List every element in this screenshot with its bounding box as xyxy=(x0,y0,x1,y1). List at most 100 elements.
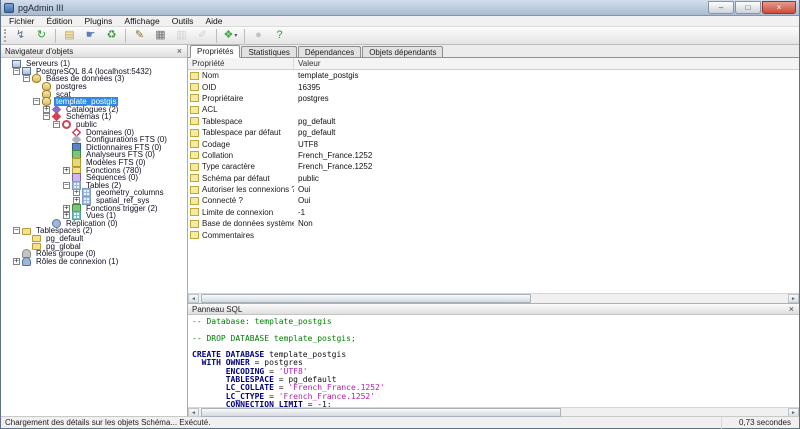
property-name: ACL xyxy=(202,105,218,114)
sql-scroll-thumb[interactable] xyxy=(201,408,561,417)
property-name-cell: Connecté ? xyxy=(188,196,294,205)
menu-item-fichier[interactable]: Fichier xyxy=(3,16,41,27)
property-row[interactable]: CodageUTF8 xyxy=(188,138,799,149)
column-header-valeur[interactable]: Valeur xyxy=(294,58,799,69)
property-value-cell: template_postgis xyxy=(294,71,799,80)
tree-item-db-postgres[interactable]: postgres xyxy=(1,83,187,91)
property-row[interactable]: Schéma par défautpublic xyxy=(188,173,799,184)
add-server-connection-button[interactable]: ↯ xyxy=(10,28,31,44)
property-value-cell: -1 xyxy=(294,208,799,217)
folder-icon xyxy=(32,235,41,242)
help-button[interactable]: ? xyxy=(269,28,290,44)
property-name: Limite de connexion xyxy=(202,208,273,217)
property-icon xyxy=(190,220,199,228)
menu-item-aide[interactable]: Aide xyxy=(199,16,228,27)
property-name: Propriétaire xyxy=(202,94,243,103)
tab-dependances[interactable]: Dépendances xyxy=(298,46,361,57)
sql-hscrollbar[interactable]: ◄ ► xyxy=(188,407,799,417)
properties-scroll-track[interactable] xyxy=(199,294,788,303)
collapse-minus-icon[interactable]: − xyxy=(13,227,20,234)
properties-hscrollbar[interactable]: ◄ ► xyxy=(188,293,799,303)
property-row[interactable]: OID 16395 xyxy=(188,81,799,92)
tab-proprietes[interactable]: Propriétés xyxy=(190,45,240,58)
property-row[interactable]: ACL xyxy=(188,104,799,115)
sql-token xyxy=(192,400,226,407)
property-name-cell: ACL xyxy=(188,105,294,114)
collapse-minus-icon[interactable]: − xyxy=(53,121,60,128)
sql-scroll-track[interactable] xyxy=(199,408,788,417)
collapse-minus-icon[interactable]: − xyxy=(63,182,70,189)
property-icon xyxy=(190,129,199,137)
column-header-propriete[interactable]: Propriété xyxy=(188,58,294,69)
dropdown-arrow-icon[interactable]: ▾ xyxy=(234,32,237,39)
property-row[interactable]: Base de données système ?Non xyxy=(188,218,799,229)
tab-objets-dependants[interactable]: Objets dépendants xyxy=(362,46,443,57)
properties-button[interactable]: ▤ xyxy=(59,28,80,44)
property-row[interactable]: Nomtemplate_postgis xyxy=(188,70,799,81)
sql-panel-close-icon[interactable]: × xyxy=(788,305,795,313)
property-row[interactable]: Connecté ?Oui xyxy=(188,195,799,206)
collapse-minus-icon[interactable]: − xyxy=(13,68,20,75)
property-row[interactable]: Type caractère French_France.1252 xyxy=(188,161,799,172)
query-tool-button[interactable]: ✎ xyxy=(129,28,150,44)
collapse-minus-icon[interactable]: − xyxy=(33,98,40,105)
tree-item-ts-pg-default[interactable]: pg_default xyxy=(1,235,187,243)
plugin-puzzle-icon: ❖ xyxy=(224,30,234,41)
menu-item-affichage[interactable]: Affichage xyxy=(118,16,165,27)
property-name: Type caractère xyxy=(202,162,255,171)
property-value-cell: French_France.1252 xyxy=(294,162,799,171)
property-row[interactable]: Tablespacepg_default xyxy=(188,116,799,127)
properties-scroll-thumb[interactable] xyxy=(201,294,531,303)
property-name-cell: Base de données système ? xyxy=(188,219,294,228)
sql-token: -- Database: template_postgis xyxy=(192,317,332,326)
property-value-cell: French_France.1252 xyxy=(294,151,799,160)
plugins-button[interactable]: ❖▾ xyxy=(220,28,241,44)
scroll-left-icon[interactable]: ◄ xyxy=(188,294,199,303)
toolbar: ↯↻▤☛♻✎▦▥✐❖▾●? xyxy=(1,27,799,45)
refresh-icon: ↻ xyxy=(37,30,46,41)
property-row[interactable]: Tablespace par défautpg_default xyxy=(188,127,799,138)
sql-line: -- Database: template_postgis xyxy=(192,318,799,326)
property-row[interactable]: CollationFrench_France.1252 xyxy=(188,150,799,161)
property-row[interactable]: Limite de connexion -1 xyxy=(188,207,799,218)
property-value-cell: pg_default xyxy=(294,128,799,137)
menu-item-edition[interactable]: Édition xyxy=(41,16,79,27)
property-name-cell: OID xyxy=(188,83,294,92)
property-name-cell: Autoriser les connexions ? xyxy=(188,185,294,194)
property-row[interactable]: Propriétairepostgres xyxy=(188,93,799,104)
expand-plus-icon[interactable]: + xyxy=(63,167,70,174)
plug-icon: ↯ xyxy=(16,30,25,41)
menu-item-plugins[interactable]: Plugins xyxy=(79,16,119,27)
property-row[interactable]: Autoriser les connexions ?Oui xyxy=(188,184,799,195)
drop-object-button[interactable]: ♻ xyxy=(101,28,122,44)
close-button[interactable]: × xyxy=(762,1,796,14)
repl-icon xyxy=(52,219,61,228)
object-browser-title: Navigateur d'objets xyxy=(5,47,73,56)
toolbar-grip-icon[interactable] xyxy=(4,29,7,42)
refresh-button[interactable]: ↻ xyxy=(31,28,52,44)
property-name-cell: Nom xyxy=(188,71,294,80)
maximize-button[interactable]: □ xyxy=(735,1,761,14)
menu-item-outils[interactable]: Outils xyxy=(166,16,200,27)
view-data-button[interactable]: ▦ xyxy=(150,28,171,44)
sql-line: -- DROP DATABASE template_postgis; xyxy=(192,335,799,343)
property-value-cell: Non xyxy=(294,219,799,228)
property-name: Base de données système ? xyxy=(202,219,294,228)
property-name: OID xyxy=(202,83,216,92)
minimize-button[interactable]: – xyxy=(708,1,734,14)
property-icon xyxy=(190,197,199,205)
collapse-minus-icon[interactable]: − xyxy=(43,113,50,120)
expand-plus-icon[interactable]: + xyxy=(13,258,20,265)
collapse-minus-icon[interactable]: − xyxy=(23,75,30,82)
tree-item-tablespaces[interactable]: −Tablespaces (2) xyxy=(1,227,187,235)
tab-statistiques[interactable]: Statistiques xyxy=(241,46,296,57)
create-object-button[interactable]: ☛ xyxy=(80,28,101,44)
tree-item-bases-de-donnees[interactable]: −Bases de données (3) xyxy=(1,75,187,83)
property-name: Codage xyxy=(202,140,230,149)
property-value-cell: 16395 xyxy=(294,83,799,92)
property-row[interactable]: Commentaires xyxy=(188,229,799,240)
sql-token: CONNECTION LIMIT xyxy=(226,400,303,407)
object-browser-close-icon[interactable]: × xyxy=(176,47,183,55)
scroll-right-icon[interactable]: ► xyxy=(788,294,799,303)
tree-item-roles-connexion[interactable]: +Rôles de connexion (1) xyxy=(1,257,187,265)
